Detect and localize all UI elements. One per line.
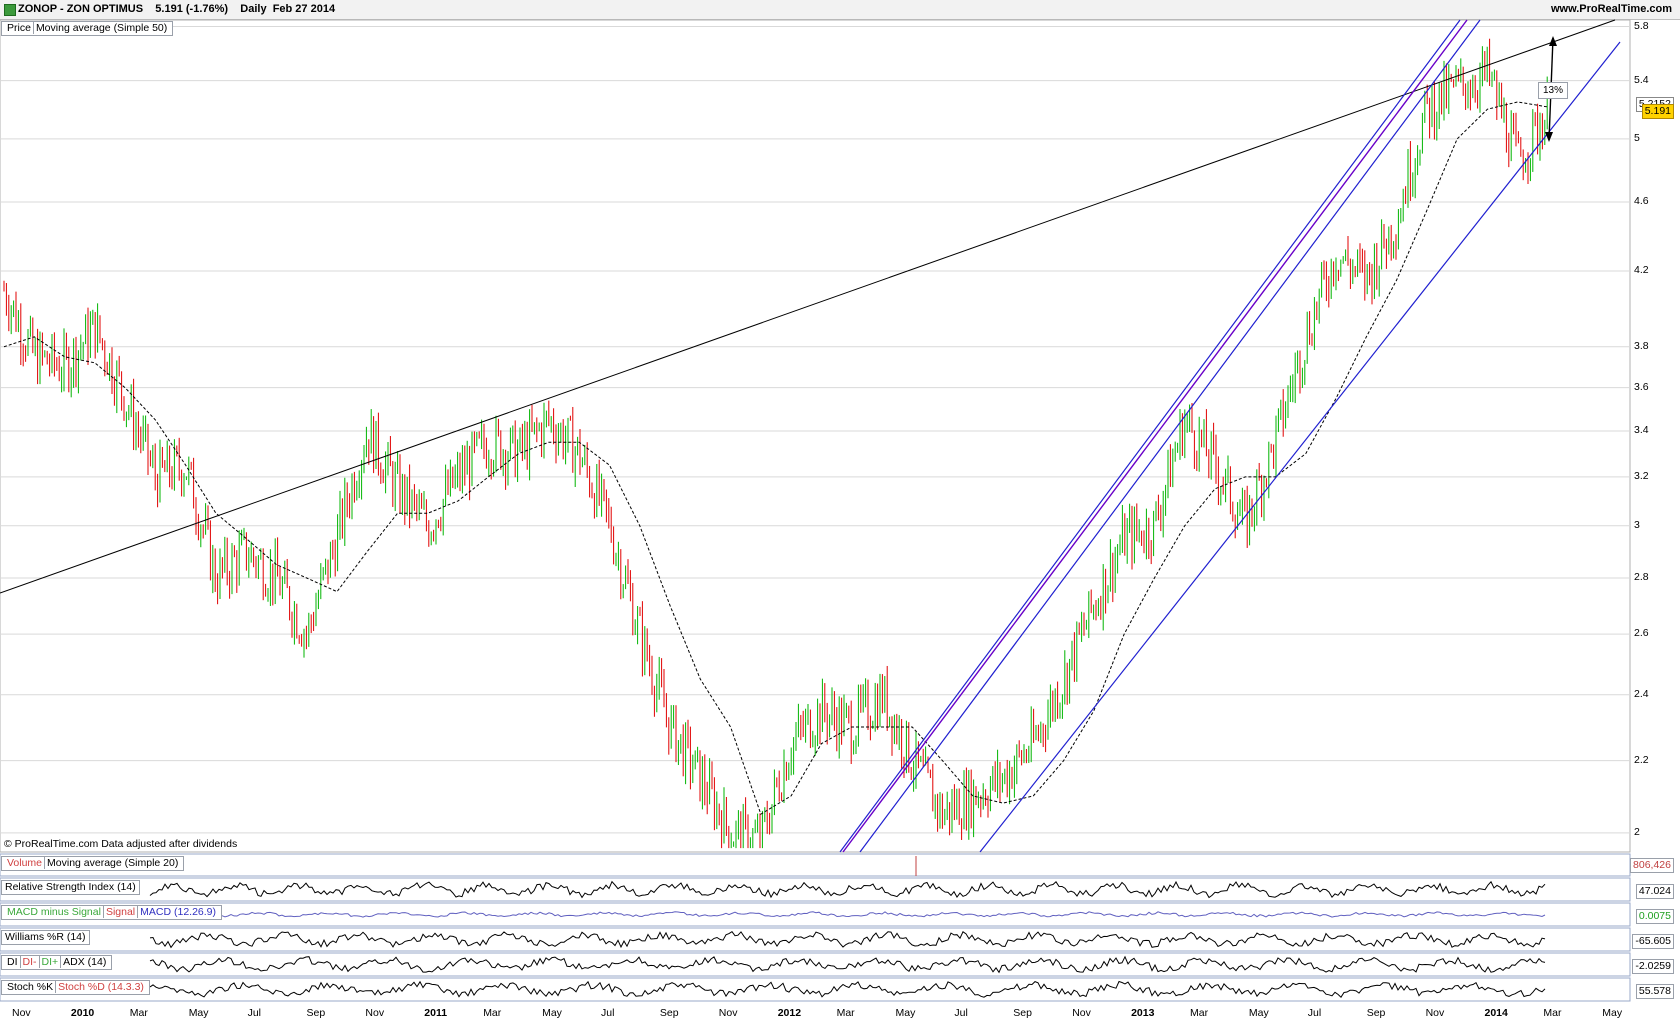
y-tick-label: 3.2 — [1634, 469, 1649, 482]
x-tick-label: 2013 — [1131, 1007, 1155, 1019]
stoch-d-label: Stoch %D (14.3.3) — [55, 981, 146, 993]
x-tick-label: May — [542, 1007, 562, 1019]
volume-ma-label: Moving average (Simple 20) — [44, 857, 181, 869]
price-label: Price — [7, 22, 31, 34]
x-tick-label: Mar — [483, 1007, 502, 1019]
dmi-value: -2.0259 — [1632, 959, 1674, 974]
x-tick-label: Nov — [1425, 1007, 1445, 1019]
y-tick-label: 3.8 — [1634, 339, 1649, 352]
di-plus-label: DI+ — [38, 956, 61, 968]
stoch-panel-label[interactable]: Stoch %K Stoch %D (14.3.3) — [1, 980, 150, 995]
x-tick-label: Mar — [1190, 1007, 1209, 1019]
macd-panel-label[interactable]: MACD minus Signal Signal MACD (12.26.9) — [1, 905, 223, 920]
x-tick-label: 2012 — [777, 1007, 802, 1019]
x-tick-label: Sep — [1013, 1007, 1032, 1019]
indicator-panels — [0, 853, 1631, 1002]
x-tick-label: Nov — [718, 1007, 738, 1019]
x-tick-label: May — [895, 1007, 916, 1019]
y-tick-label: 3.4 — [1634, 423, 1649, 436]
stoch-value: 55.578 — [1635, 984, 1674, 999]
x-tick-label: Nov — [365, 1007, 385, 1019]
y-tick-label: 2.2 — [1634, 753, 1649, 766]
macd-line-label: MACD (12.26.9) — [137, 906, 219, 918]
data-source-note: © ProRealTime.com Data adjusted after di… — [4, 838, 238, 850]
x-tick-label: May — [1248, 1007, 1269, 1019]
rsi-panel-label[interactable]: Relative Strength Index (14) — [1, 880, 140, 895]
x-tick-label: Sep — [659, 1007, 679, 1019]
adx-label: ADX (14) — [60, 956, 109, 968]
x-tick-label: Nov — [1072, 1007, 1091, 1019]
x-tick-label: May — [1602, 1007, 1623, 1019]
x-tick-label: Mar — [836, 1007, 855, 1019]
x-tick-label: May — [188, 1007, 209, 1019]
y-tick-label: 5.4 — [1634, 73, 1649, 86]
x-tick-label: Jul — [1307, 1007, 1322, 1019]
di-label: DI — [7, 956, 18, 968]
x-tick-label: Jul — [954, 1007, 968, 1019]
y-tick-label: 2 — [1634, 825, 1640, 838]
chart-canvas[interactable] — [0, 0, 1680, 1024]
rsi-value: 47.024 — [1635, 884, 1674, 899]
macd-signal-label: Signal — [102, 906, 138, 918]
macd-hist-label: MACD minus Signal — [7, 906, 101, 918]
y-tick-label: 2.4 — [1634, 687, 1649, 700]
ma50-label: Moving average (Simple 50) — [32, 22, 170, 34]
y-tick-label: 3.6 — [1634, 380, 1649, 393]
x-tick-label: Jul — [601, 1007, 615, 1019]
x-tick-label: Sep — [306, 1007, 326, 1019]
x-tick-label: Sep — [1366, 1007, 1386, 1019]
y-tick-label: 2.6 — [1634, 627, 1649, 640]
x-tick-label: Mar — [129, 1007, 148, 1019]
macd-value: 0.0075 — [1635, 909, 1674, 924]
x-tick-label: 2010 — [70, 1007, 95, 1019]
volume-label: Volume — [7, 857, 43, 869]
price-panel-label[interactable]: Price Moving average (Simple 50) — [1, 21, 174, 36]
volume-panel-label[interactable]: Volume Moving average (Simple 20) — [1, 856, 185, 871]
y-tick-label: 4.6 — [1634, 195, 1649, 208]
dmi-panel-label[interactable]: DI DI- DI+ ADX (14) — [1, 955, 113, 970]
y-tick-label: 4.2 — [1634, 263, 1649, 276]
x-tick-label: 2014 — [1484, 1007, 1508, 1019]
y-tick-label: 5.8 — [1634, 19, 1649, 32]
price-panel-frame — [0, 19, 1631, 853]
volume-value: 806,426 — [1630, 858, 1674, 873]
stoch-k-label: Stoch %K — [7, 981, 54, 993]
williams-value: -65.605 — [1632, 934, 1674, 949]
x-tick-label: Mar — [1543, 1007, 1562, 1019]
x-tick-label: Jul — [247, 1007, 262, 1019]
x-tick-label: 2011 — [424, 1007, 448, 1019]
y-tick-label: 3 — [1634, 518, 1640, 531]
percent-annotation[interactable]: 13% — [1538, 82, 1569, 99]
williams-panel-label[interactable]: Williams %R (14) — [1, 930, 90, 945]
di-minus-label: DI- — [19, 956, 39, 968]
y-tick-label: 5 — [1634, 131, 1640, 144]
y-tick-label: 2.8 — [1634, 571, 1649, 583]
current-price-tag: 5.191 — [1641, 104, 1674, 119]
x-tick-label: Nov — [12, 1007, 31, 1019]
volume-panel — [0, 853, 1631, 877]
stoch-panel — [0, 977, 1631, 1002]
